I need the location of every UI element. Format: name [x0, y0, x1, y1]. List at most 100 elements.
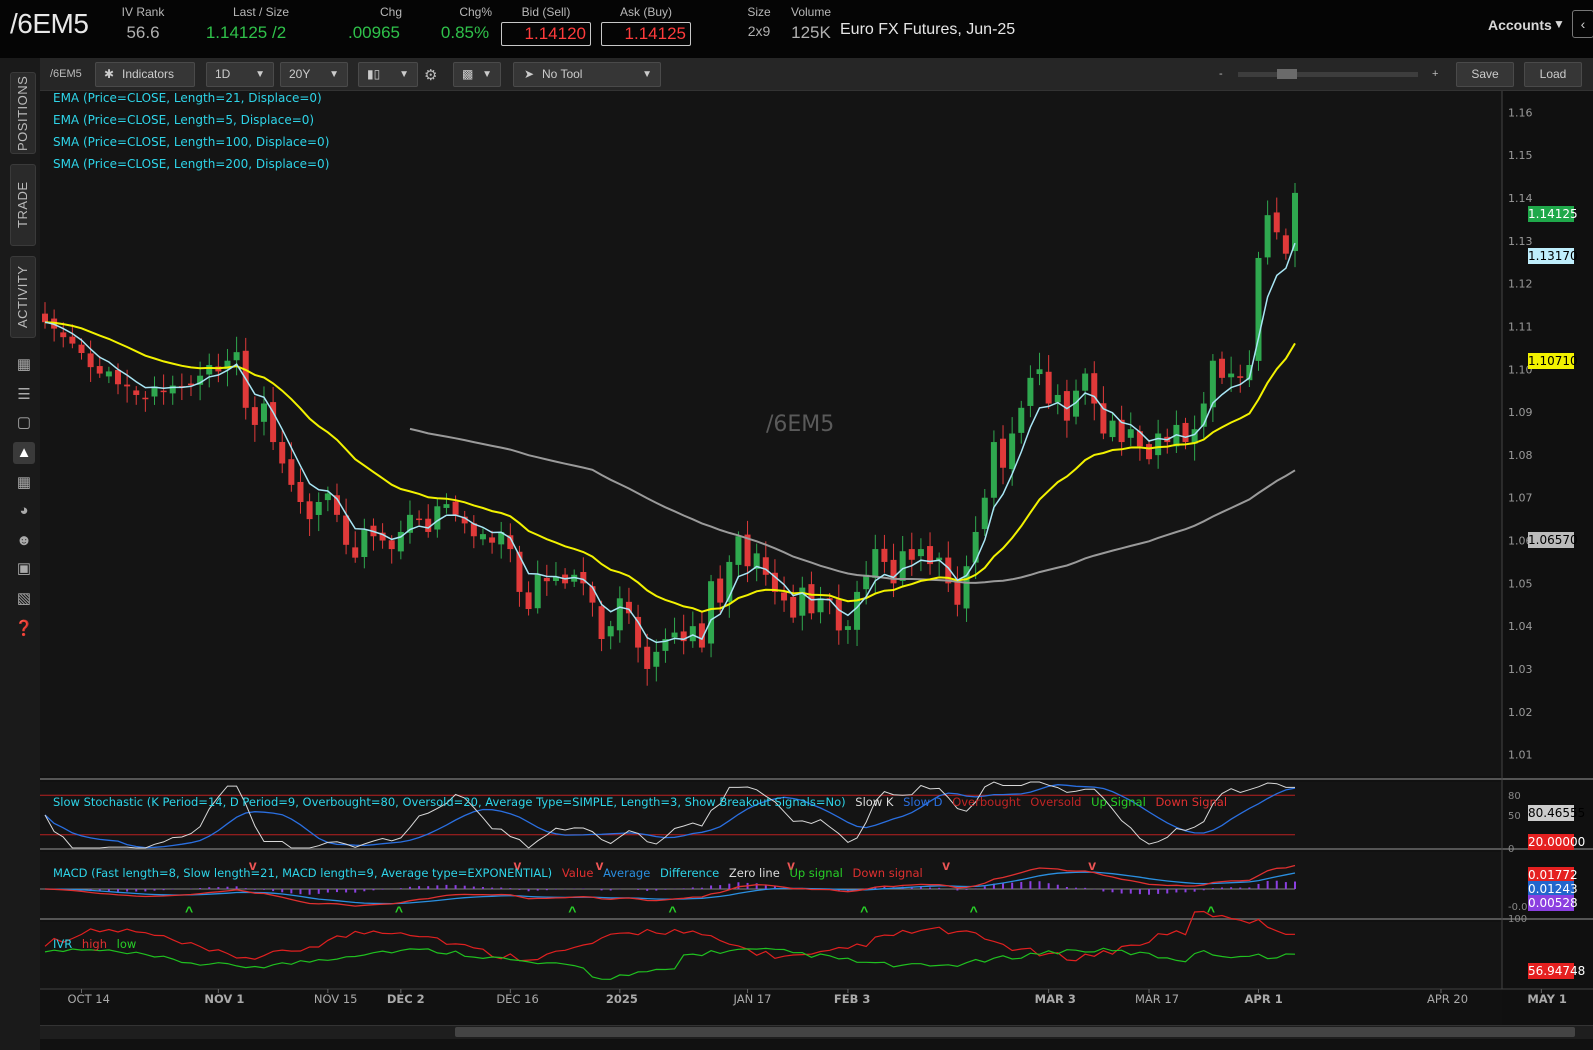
x-tick-label: OCT 14 [67, 992, 109, 1006]
people-icon[interactable]: ☻ [13, 530, 35, 552]
last-size-value: 1.14125 /2 [205, 23, 287, 42]
legend-value: Value [561, 866, 594, 880]
chart-type-select[interactable]: ▮▯ ▼ [358, 62, 418, 87]
last-price-tag: 1.14125 [1528, 206, 1578, 222]
calc-icon[interactable]: ▧ [13, 588, 35, 610]
legend-slow-k: Slow K [855, 795, 894, 809]
candle-body [343, 515, 350, 545]
price-chart[interactable]: 1.161.151.141.131.121.111.101.091.081.07… [40, 91, 1593, 1025]
study-sma200-label[interactable]: SMA (Price=CLOSE, Length=200, Displace=0… [53, 157, 329, 171]
drawing-tool-select[interactable]: ➤ No Tool ▼ [513, 62, 661, 87]
stoch-axis-label: 0 [1508, 844, 1514, 855]
macd-up-signal-icon: ^ [395, 903, 403, 919]
chevron-down-icon[interactable]: ▼ [1553, 17, 1565, 31]
candle-body [1264, 215, 1271, 258]
candle-body [1237, 376, 1244, 378]
candle-body [416, 518, 423, 521]
bid-value[interactable]: 1.14120 [501, 22, 591, 46]
ivr-title: IVR [53, 937, 73, 951]
tv-icon[interactable]: ▢ [13, 412, 35, 434]
sma100-price-tag: 1.06570 [1528, 532, 1578, 548]
candle-body [324, 493, 331, 501]
ask-value[interactable]: 1.14125 [601, 22, 691, 46]
ivr-study-label[interactable]: IVR high low [53, 937, 136, 951]
list-icon[interactable]: ☰ [13, 384, 35, 406]
collapse-icon[interactable]: ‹ [1572, 10, 1593, 38]
volume-field: Volume 125K [786, 5, 836, 43]
x-tick-label: JAN 17 [733, 992, 772, 1006]
candle-body [133, 390, 140, 395]
chgpct-field: Chg% 0.85% [438, 5, 492, 43]
settings-gear-icon[interactable]: ⚙ [424, 66, 437, 84]
chg-value: .00965 [348, 23, 400, 42]
y-tick-label: 1.05 [1508, 577, 1533, 590]
candle-body [689, 626, 696, 642]
stoch-oversold-tag: 20.00000 [1528, 834, 1586, 850]
y-tick-label: 1.04 [1508, 620, 1533, 633]
symbol-label[interactable]: /6EM5 [10, 8, 89, 40]
candle-body [251, 407, 258, 425]
legend-down-signal: Down Signal [1155, 795, 1228, 809]
stoch-axis-label: 50 [1508, 811, 1521, 822]
size-field: Size 2x9 [744, 5, 774, 39]
candle-body [114, 369, 121, 385]
cursor-icon: ➤ [524, 67, 535, 81]
candle-body [881, 548, 888, 562]
tab-activity[interactable]: ACTIVITY [10, 256, 36, 338]
chart-icon[interactable]: ▲ [13, 442, 35, 464]
ticket-icon[interactable]: ▣ [13, 558, 35, 580]
indicators-button[interactable]: ✱ Indicators [95, 62, 195, 87]
macd-up-signal-icon: ^ [970, 903, 978, 919]
gauge-icon[interactable]: ◕ [13, 500, 35, 522]
drawings-icon: ▩ [462, 67, 474, 81]
candle-body [105, 371, 112, 377]
candle-body [160, 390, 167, 393]
legend-up-signal: Up signal [789, 866, 843, 880]
macd-up-signal-icon: ^ [669, 903, 677, 919]
chart-watermark: /6EM5 [766, 412, 835, 437]
tab-trade[interactable]: TRADE [10, 164, 36, 246]
zoom-slider-thumb[interactable] [1277, 69, 1297, 79]
chgpct-label: Chg% [459, 5, 492, 19]
candle-body [96, 366, 103, 374]
candle-body [543, 577, 550, 582]
candle-body [452, 501, 459, 515]
ivr-axis-label: 100 [1508, 914, 1527, 925]
candle-body [516, 551, 523, 592]
save-button[interactable]: Save [1456, 62, 1514, 87]
candle-body [990, 442, 997, 498]
study-ema21-label[interactable]: EMA (Price=CLOSE, Length=21, Displace=0) [53, 91, 322, 105]
scrollbar-thumb[interactable] [455, 1027, 1575, 1037]
zoom-out-button[interactable]: - [1219, 68, 1223, 80]
ask-field[interactable]: Ask (Buy) 1.14125 [600, 5, 692, 46]
help-icon[interactable]: ❓ [13, 618, 35, 640]
stochastic-study-label[interactable]: Slow Stochastic (K Period=14, D Period=9… [53, 795, 1227, 809]
accounts-menu[interactable]: Accounts [1488, 17, 1552, 33]
candle-body [598, 606, 605, 639]
x-tick-label: DEC 16 [496, 992, 538, 1006]
news-icon[interactable]: ▦ [13, 354, 35, 376]
macd-up-signal-icon: ^ [185, 903, 193, 919]
candle-body [1182, 422, 1189, 443]
macd-study-label[interactable]: MACD (Fast length=8, Slow length=21, MAC… [53, 866, 923, 880]
candle-body [607, 626, 614, 637]
tab-positions[interactable]: POSITIONS [10, 72, 36, 154]
candle-body [279, 442, 286, 464]
grid-icon[interactable]: ▦ [13, 472, 35, 494]
study-sma100-label[interactable]: SMA (Price=CLOSE, Length=100, Displace=0… [53, 135, 329, 149]
zoom-slider[interactable] [1238, 72, 1418, 77]
interval-select[interactable]: 1D ▼ [206, 62, 274, 87]
candle-body [1109, 420, 1116, 438]
y-tick-label: 1.16 [1508, 106, 1533, 119]
range-select[interactable]: 20Y ▼ [280, 62, 348, 87]
bid-field[interactable]: Bid (Sell) 1.14120 [500, 5, 592, 46]
study-ema5-label[interactable]: EMA (Price=CLOSE, Length=5, Displace=0) [53, 113, 314, 127]
candle-body [69, 336, 76, 344]
load-button[interactable]: Load [1524, 62, 1582, 87]
zoom-in-button[interactable]: + [1432, 68, 1438, 80]
candles-icon: ▮▯ [367, 67, 381, 81]
candle-body [315, 502, 322, 515]
candle-body [708, 581, 715, 644]
drawing-set-select[interactable]: ▩ ▼ [453, 62, 501, 87]
volume-label: Volume [790, 5, 832, 19]
